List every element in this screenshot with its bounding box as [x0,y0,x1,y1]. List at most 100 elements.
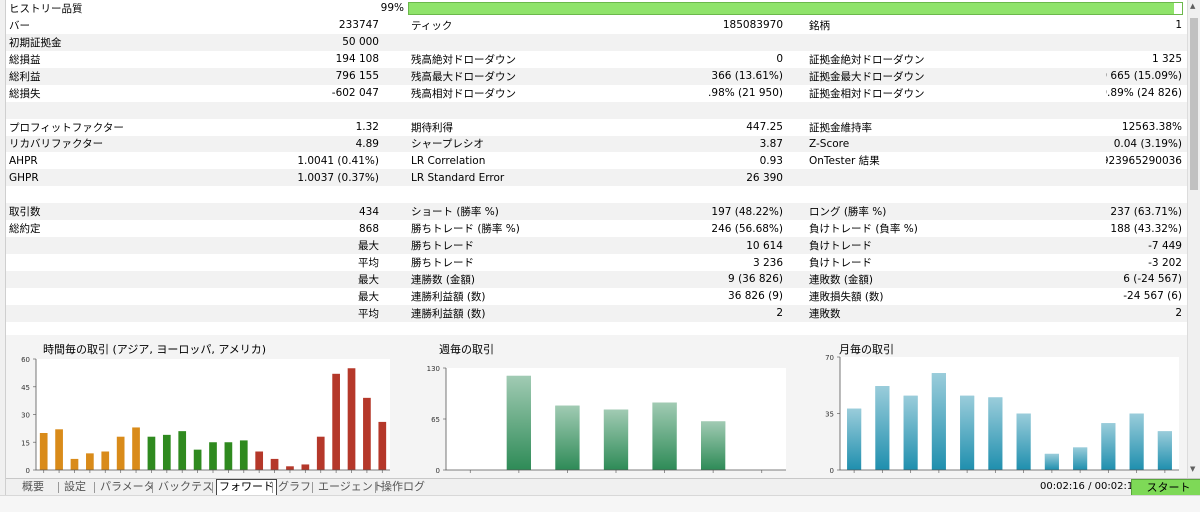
weekly-trades-plot: 130 65 0 [427,365,786,475]
report-row: 総損益 194 108 残高絶対ドローダウン 0 証拠金絶対ドローダウン 1 325 [6,51,1187,68]
column-gap [788,102,806,119]
column-gap [788,136,806,153]
hourly-trades-plot: 60 45 30 15 0 [21,356,390,475]
bar-highlight [847,408,862,470]
tab-1[interactable]: 設定 [62,480,88,495]
y-tick-label: 0 [830,467,834,475]
report-row: 総約定 868 勝ちトレード (勝率 %) 246 (56.68%) 負けトレード (負… [6,220,1187,237]
column-gap [788,271,806,288]
weekly-trades-chart: 週毎の取引 130 65 0 [401,335,794,478]
bar-highlight [875,386,890,470]
tab-5[interactable]: グラフ [276,480,313,495]
metric-label: 連勝利益額 (数) [411,290,486,303]
report-row [6,186,1187,203]
bar-highlight [1101,423,1116,470]
y-tick-label: 0 [436,467,440,475]
metric-label: OnTester 結果 [809,155,880,168]
bar [316,436,325,470]
metric-value: 796 155 [335,70,379,83]
metric-label: プロフィットファクター [9,121,124,134]
tab-4[interactable]: フォワード [216,479,277,496]
metric-label: 総損益 [9,53,41,66]
metric-label: バー [9,19,30,32]
metric-label [408,102,708,119]
tab-separator [58,482,59,493]
metric-label [806,102,1106,119]
metric-value: 1.0041 (0.41%) [297,154,379,167]
bar [39,433,48,470]
report-row: 初期証拠金 50 000 [6,33,1187,51]
bar [147,436,156,470]
scroll-down-icon[interactable]: ▼ [1190,465,1195,473]
y-tick-label: 45 [21,384,30,392]
metric-value: 6 (-24 567) [1123,273,1182,286]
metric-label: 連敗数 (金額) [809,273,874,286]
metric-label: 勝ちトレード [411,240,474,253]
bar-highlight [1157,431,1172,470]
metric-label: ロング (勝率 %) [809,206,887,219]
column-gap [384,186,408,203]
column-gap [384,34,408,51]
metric-value: 868 [358,222,379,235]
metric-label: 勝ちトレード (勝率 %) [411,223,520,236]
metric-value: 2 [1175,307,1182,320]
metric-label: 銘柄 [809,19,830,32]
metric-label: 証拠金最大ドローダウン [809,70,925,83]
bar [116,436,125,470]
vertical-scrollbar[interactable]: ▲ ▼ [1187,0,1200,478]
bar-highlight [1016,413,1031,470]
column-gap [384,51,408,68]
metric-label [806,186,1106,203]
column-gap [384,288,408,305]
metric-value [1106,102,1187,119]
report-row: GHPR 1.0037 (0.37%) LR Standard Error 26 39… [6,169,1187,187]
scrollbar-thumb[interactable] [1190,18,1198,190]
metric-label: 期待利得 [411,121,453,134]
column-gap [384,119,408,136]
metric-label: 連勝数 (金額) [411,273,476,286]
metric-label: 証拠金相対ドローダウン [809,87,925,100]
metric-label: 総利益 [9,70,41,83]
metric-label: LR Correlation [411,154,486,167]
bar [363,397,371,470]
history-quality-bar-fill [409,2,1175,14]
metric-label: 総約定 [9,223,41,236]
bar-highlight [1129,413,1144,470]
report-row: バー 233747 ティック 185083970 銘柄 1 [6,17,1187,34]
bar-highlight [988,397,1003,470]
metric-label: AHPR [9,154,38,167]
report-row: 平均 勝ちトレード 3 236 負けトレード -3 202 [6,254,1187,271]
metric-value: 50 000 [342,36,379,49]
column-gap [788,68,806,85]
y-tick-label: 70 [825,354,834,362]
column-gap [384,169,408,186]
scroll-up-icon[interactable]: ▲ [1190,2,1195,10]
metric-label: Z-Score [809,137,850,150]
metric-label: 残高絶対ドローダウン [411,53,516,66]
y-tick-label: 65 [431,416,440,424]
metric-label: 取引数 [9,206,41,219]
tab-0[interactable]: 概要 [20,480,46,495]
column-gap [788,51,806,68]
metric-value: 29.89% (24 826) [1106,87,1182,100]
metric-value: 1 325 [1151,53,1182,66]
metric-value: 12563.38% [1121,121,1182,134]
monthly-trades-chart: 月毎の取引 70 35 0 [794,335,1187,478]
metric-value: 2 [776,307,783,320]
metric-value: 185083970 [722,19,783,32]
metric-value: 3.87 [759,137,783,150]
tab-separator [212,482,213,493]
start-button[interactable]: スタート [1131,479,1200,496]
tab-2[interactable]: パラメータ [98,480,157,495]
metric-value: 39 665 (15.09%) [1106,70,1182,83]
metric-value: 197 (48.22%) [711,205,783,218]
metric-label: 連敗数 [809,307,841,320]
metric-value: 平均 [358,257,379,270]
column-gap [384,152,408,169]
metric-value: 36 826 (9) [728,290,783,303]
metric-value [1106,34,1187,51]
tab-7[interactable]: 操作ログ [379,480,427,495]
metric-value [1106,169,1187,186]
bar [86,453,94,470]
metric-value: 26.98% (21 950) [708,87,783,100]
